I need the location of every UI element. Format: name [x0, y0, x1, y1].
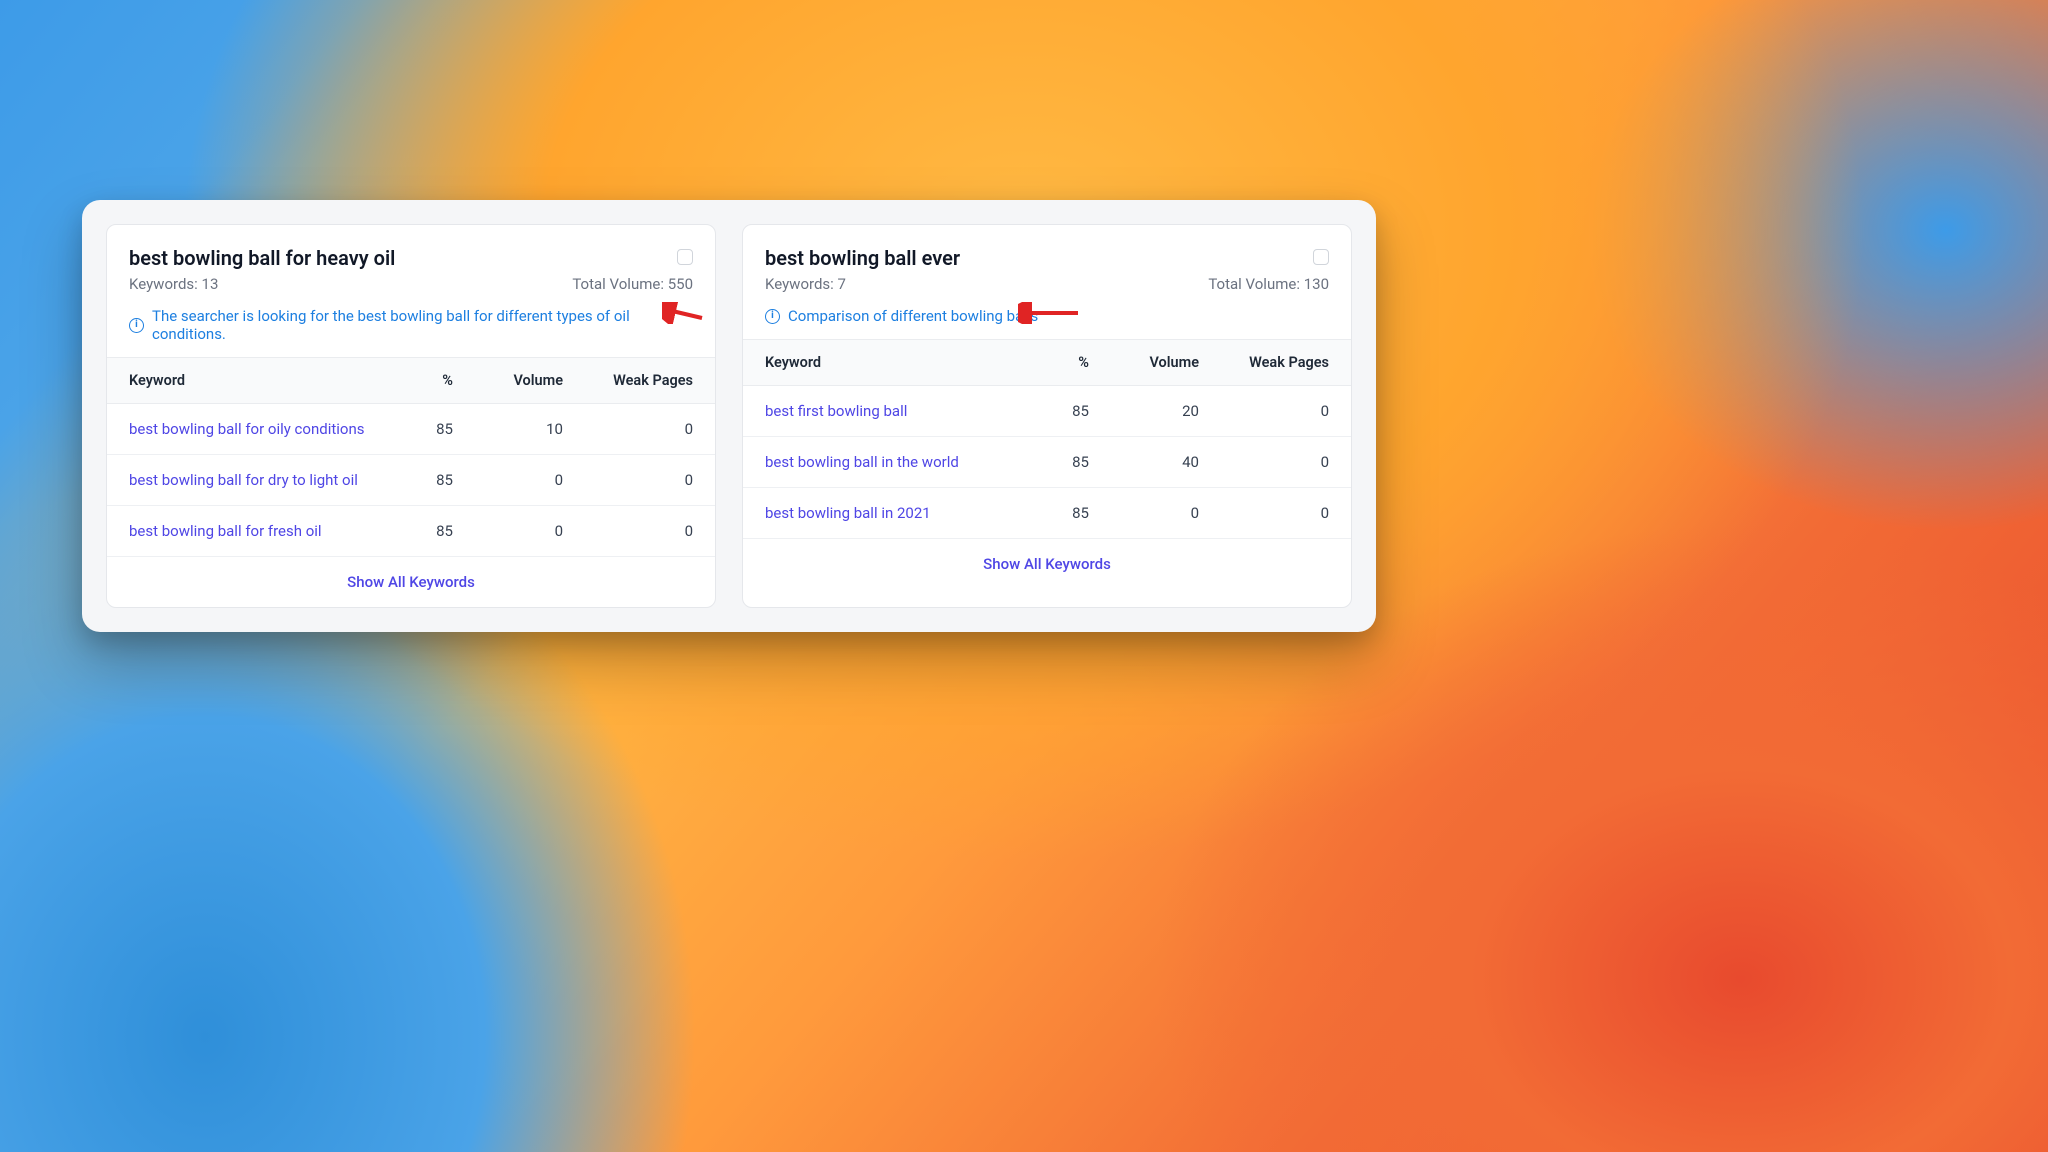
keyword-link[interactable]: best bowling ball in 2021: [765, 504, 1019, 522]
cell-percent: 85: [383, 420, 453, 438]
table-header: Keyword % Volume Weak Pages: [107, 357, 715, 404]
col-volume: Volume: [453, 372, 563, 389]
cell-volume: 0: [453, 522, 563, 540]
cell-weak: 0: [1199, 453, 1329, 471]
search-intent: i Comparison of different bowling balls: [765, 307, 1329, 325]
cell-volume: 0: [1089, 504, 1199, 522]
col-weak-pages: Weak Pages: [563, 372, 693, 389]
col-weak-pages: Weak Pages: [1199, 354, 1329, 371]
cluster-card: best bowling ball ever Keywords: 7 Total…: [742, 224, 1352, 608]
select-cluster-checkbox[interactable]: [677, 249, 693, 265]
cell-percent: 85: [383, 471, 453, 489]
col-percent: %: [383, 372, 453, 389]
col-keyword: Keyword: [129, 372, 383, 389]
total-volume: Total Volume: 130: [1208, 275, 1329, 293]
keyword-count: Keywords: 7: [765, 275, 846, 293]
table-row: best bowling ball for fresh oil 85 0 0: [107, 506, 715, 557]
card-header: best bowling ball for heavy oil Keywords…: [107, 225, 715, 357]
cell-weak: 0: [563, 522, 693, 540]
cluster-card: best bowling ball for heavy oil Keywords…: [106, 224, 716, 608]
col-volume: Volume: [1089, 354, 1199, 371]
cell-percent: 85: [1019, 453, 1089, 471]
keyword-link[interactable]: best first bowling ball: [765, 402, 1019, 420]
table-row: best bowling ball for dry to light oil 8…: [107, 455, 715, 506]
keyword-cluster-panel: best bowling ball for heavy oil Keywords…: [82, 200, 1376, 632]
select-cluster-checkbox[interactable]: [1313, 249, 1329, 265]
cell-weak: 0: [563, 420, 693, 438]
intent-text: Comparison of different bowling balls: [788, 307, 1038, 325]
show-all-button[interactable]: Show All Keywords: [743, 539, 1351, 589]
cell-volume: 10: [453, 420, 563, 438]
cluster-title: best bowling ball for heavy oil: [129, 245, 395, 271]
col-keyword: Keyword: [765, 354, 1019, 371]
cell-volume: 40: [1089, 453, 1199, 471]
cell-weak: 0: [1199, 504, 1329, 522]
cell-percent: 85: [383, 522, 453, 540]
keyword-link[interactable]: best bowling ball in the world: [765, 453, 1019, 471]
cell-percent: 85: [1019, 402, 1089, 420]
intent-text: The searcher is looking for the best bow…: [152, 307, 693, 343]
card-header: best bowling ball ever Keywords: 7 Total…: [743, 225, 1351, 339]
table-header: Keyword % Volume Weak Pages: [743, 339, 1351, 386]
table-row: best first bowling ball 85 20 0: [743, 386, 1351, 437]
total-volume: Total Volume: 550: [572, 275, 693, 293]
keyword-count: Keywords: 13: [129, 275, 218, 293]
cell-weak: 0: [1199, 402, 1329, 420]
table-row: best bowling ball in the world 85 40 0: [743, 437, 1351, 488]
info-icon: i: [129, 318, 144, 333]
cell-percent: 85: [1019, 504, 1089, 522]
search-intent: i The searcher is looking for the best b…: [129, 307, 693, 343]
cluster-title: best bowling ball ever: [765, 245, 960, 271]
table-row: best bowling ball for oily conditions 85…: [107, 404, 715, 455]
keyword-link[interactable]: best bowling ball for fresh oil: [129, 522, 383, 540]
info-icon: i: [765, 309, 780, 324]
keyword-link[interactable]: best bowling ball for dry to light oil: [129, 471, 383, 489]
cell-volume: 0: [453, 471, 563, 489]
col-percent: %: [1019, 354, 1089, 371]
cell-weak: 0: [563, 471, 693, 489]
table-row: best bowling ball in 2021 85 0 0: [743, 488, 1351, 539]
show-all-button[interactable]: Show All Keywords: [107, 557, 715, 607]
cell-volume: 20: [1089, 402, 1199, 420]
keyword-link[interactable]: best bowling ball for oily conditions: [129, 420, 383, 438]
